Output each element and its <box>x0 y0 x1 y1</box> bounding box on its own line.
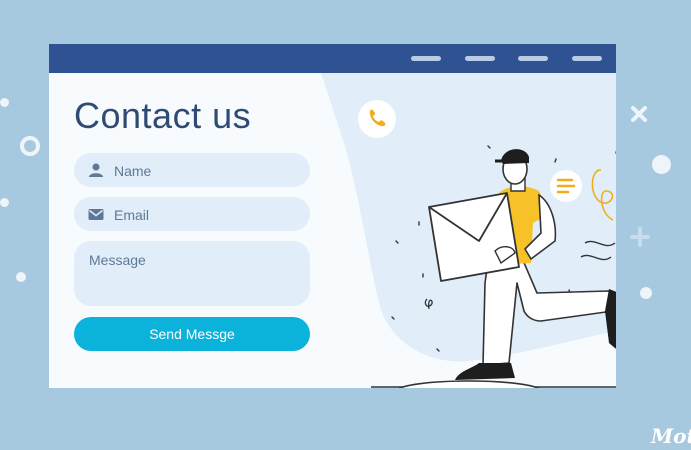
chat-bubble-icon <box>550 170 582 202</box>
decor-dot <box>16 272 26 282</box>
message-field[interactable]: Message <box>74 241 310 306</box>
nav-line[interactable] <box>518 56 548 61</box>
nav-line[interactable] <box>465 56 495 61</box>
decor-dot <box>652 155 671 174</box>
phone-icon <box>358 100 396 138</box>
name-field[interactable]: Name <box>74 153 310 187</box>
name-placeholder: Name <box>114 163 152 179</box>
nav-line[interactable] <box>411 56 441 61</box>
squiggle-decoration <box>591 169 614 221</box>
decor-dot <box>0 198 9 207</box>
page-title: Contact us <box>74 95 252 136</box>
decor-dot <box>0 98 9 107</box>
decor-dot <box>640 287 652 299</box>
send-message-button[interactable]: Send Messge <box>74 317 310 351</box>
nav-line[interactable] <box>572 56 602 61</box>
user-icon <box>89 163 103 177</box>
window-titlebar <box>49 44 616 73</box>
wind-lines <box>584 240 616 247</box>
watermark-logo: Mot <box>651 424 691 448</box>
envelope-icon <box>428 192 520 282</box>
decor-plus-icon <box>630 227 650 247</box>
email-placeholder: Email <box>114 207 150 223</box>
decor-cross-icon <box>631 106 647 122</box>
shoe <box>455 363 515 380</box>
message-placeholder: Message <box>89 252 146 268</box>
skateboarder-illustration <box>358 100 616 388</box>
decor-ring <box>20 136 40 156</box>
mail-icon <box>88 209 104 220</box>
email-field[interactable]: Email <box>74 197 310 231</box>
skateboard-icon <box>398 380 540 388</box>
contact-window: Contact us Name Email Message Send Messg… <box>49 44 616 388</box>
